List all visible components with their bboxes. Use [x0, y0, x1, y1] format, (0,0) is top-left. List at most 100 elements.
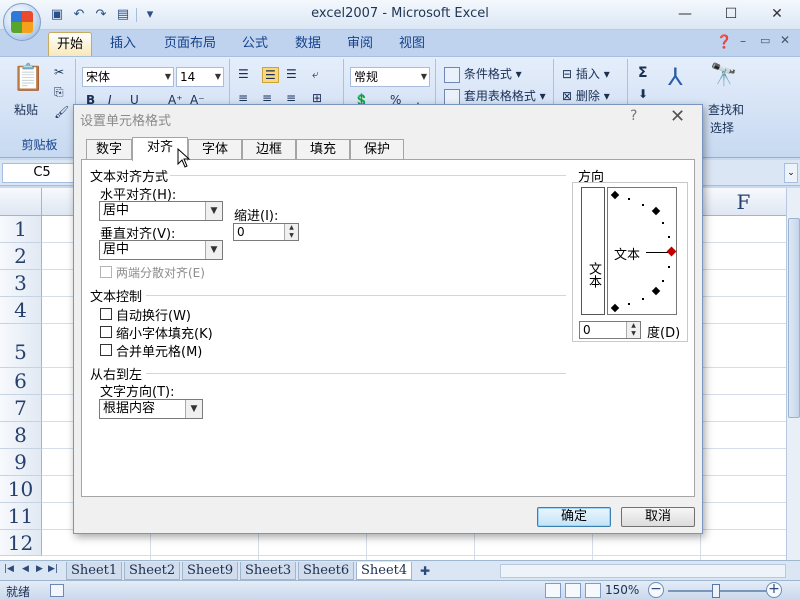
- zoom-slider-thumb[interactable]: [712, 584, 720, 598]
- ribbon-restore-icon[interactable]: ▭: [760, 34, 770, 47]
- ribbon-tab-page-layout[interactable]: 页面布局: [156, 32, 224, 56]
- find-select-label-line1[interactable]: 查找和: [708, 101, 744, 118]
- tab-border[interactable]: 边框: [242, 139, 296, 160]
- vertical-text-toggle[interactable]: 文本: [581, 187, 605, 315]
- stepper-arrows-icon[interactable]: ▲ ▼: [626, 322, 640, 338]
- next-sheet-icon[interactable]: ▶: [36, 564, 43, 574]
- sheet-tab[interactable]: Sheet9: [182, 562, 239, 580]
- zoom-in-icon[interactable]: +: [766, 582, 782, 598]
- dialog-help-icon[interactable]: ?: [630, 108, 637, 124]
- format-as-table-button[interactable]: 套用表格格式 ▾: [444, 87, 546, 105]
- horizontal-scrollbar[interactable]: [500, 564, 786, 578]
- ribbon-tab-formulas[interactable]: 公式: [234, 32, 276, 56]
- row-header[interactable]: 11: [0, 503, 42, 530]
- sheet-tab[interactable]: Sheet2: [124, 562, 181, 580]
- align-right-icon[interactable]: ≡: [286, 91, 296, 105]
- ribbon-minimize-icon[interactable]: –: [740, 34, 746, 48]
- expand-formula-bar-icon[interactable]: ⌄: [784, 163, 798, 183]
- minimize-button[interactable]: —: [662, 0, 708, 28]
- cancel-button[interactable]: 取消: [621, 507, 695, 527]
- ribbon-tab-insert[interactable]: 插入: [102, 32, 144, 56]
- tab-font[interactable]: 字体: [188, 139, 242, 160]
- row-header[interactable]: 5: [0, 324, 42, 368]
- autosum-button[interactable]: Σ: [638, 65, 648, 81]
- find-select-label-line2[interactable]: 选择: [710, 119, 734, 136]
- page-break-view-icon[interactable]: [585, 583, 601, 598]
- delete-cells-button[interactable]: ⊠ 删除 ▾: [562, 87, 610, 104]
- help-icon[interactable]: ❓: [716, 35, 732, 50]
- stepper-arrows-icon[interactable]: ▲ ▼: [284, 224, 298, 240]
- format-painter-icon[interactable]: 🖌: [54, 105, 69, 119]
- ribbon-close-icon[interactable]: ✕: [780, 33, 790, 47]
- number-format-combo[interactable]: 常规 ▼: [350, 67, 430, 87]
- tab-protection[interactable]: 保护: [350, 139, 404, 160]
- degrees-stepper[interactable]: 0 ▲ ▼: [579, 321, 641, 339]
- sheet-tab-active[interactable]: Sheet4: [356, 562, 413, 580]
- align-top-icon[interactable]: ☰: [238, 67, 249, 81]
- find-select-icon[interactable]: 🔭: [710, 63, 737, 88]
- align-middle-icon[interactable]: ☰: [262, 67, 279, 83]
- font-size-combo[interactable]: 14 ▼: [176, 67, 224, 87]
- ribbon-tab-data[interactable]: 数据: [287, 32, 329, 56]
- tab-number[interactable]: 数字: [86, 139, 132, 160]
- maximize-button[interactable]: ☐: [708, 0, 754, 28]
- copy-icon[interactable]: ⎘: [54, 85, 64, 100]
- first-sheet-icon[interactable]: |◀: [4, 564, 14, 574]
- fill-icon[interactable]: ⬇: [638, 87, 648, 101]
- select-all-corner[interactable]: [0, 188, 42, 216]
- close-window-button[interactable]: ✕: [754, 0, 800, 28]
- merge-center-icon[interactable]: ⊞: [312, 91, 322, 105]
- horizontal-align-select[interactable]: 居中 ▼: [99, 201, 223, 221]
- vertical-align-select[interactable]: 居中 ▼: [99, 240, 223, 260]
- page-layout-view-icon[interactable]: [565, 583, 581, 598]
- row-header[interactable]: 10: [0, 476, 42, 503]
- dialog-close-icon[interactable]: ✕: [670, 106, 685, 127]
- row-header[interactable]: 2: [0, 243, 42, 270]
- conditional-format-button[interactable]: 条件格式 ▾: [444, 65, 522, 83]
- sheet-tab[interactable]: Sheet3: [240, 562, 297, 580]
- row-header[interactable]: 3: [0, 270, 42, 297]
- office-button[interactable]: [3, 3, 41, 41]
- justify-distributed-checkbox[interactable]: [100, 266, 112, 278]
- zoom-level[interactable]: 150%: [605, 583, 639, 597]
- font-name-combo[interactable]: 宋体 ▼: [82, 67, 174, 87]
- prev-sheet-icon[interactable]: ◀: [22, 564, 29, 574]
- column-header-f[interactable]: F: [700, 188, 786, 216]
- ribbon-tab-home[interactable]: 开始: [48, 32, 93, 56]
- paste-icon[interactable]: 📋: [12, 63, 44, 93]
- dial-handle[interactable]: [666, 246, 677, 257]
- shrink-to-fit-checkbox[interactable]: [100, 326, 112, 338]
- ok-button[interactable]: 确定: [537, 507, 611, 527]
- row-header[interactable]: 8: [0, 422, 42, 449]
- wrap-text-checkbox[interactable]: [100, 308, 112, 320]
- row-header[interactable]: 6: [0, 368, 42, 395]
- row-header[interactable]: 7: [0, 395, 42, 422]
- insert-sheet-icon[interactable]: ✚: [420, 564, 430, 578]
- last-sheet-icon[interactable]: ▶|: [48, 564, 58, 574]
- align-bottom-icon[interactable]: ☰: [286, 67, 297, 81]
- ribbon-tab-view[interactable]: 视图: [391, 32, 433, 56]
- vertical-scrollbar[interactable]: [786, 188, 800, 560]
- zoom-out-icon[interactable]: −: [648, 582, 664, 598]
- text-direction-select[interactable]: 根据内容 ▼: [99, 399, 203, 419]
- macro-record-icon[interactable]: [50, 584, 64, 597]
- align-left-icon[interactable]: ≡: [238, 91, 248, 105]
- vertical-scroll-thumb[interactable]: [788, 218, 800, 418]
- tab-fill[interactable]: 填充: [296, 139, 350, 160]
- row-header[interactable]: 1: [0, 216, 42, 243]
- align-center-icon[interactable]: ≡: [262, 91, 272, 105]
- sort-filter-icon[interactable]: ⅄: [668, 63, 683, 91]
- wrap-text-icon[interactable]: ⤶: [312, 67, 319, 82]
- row-header[interactable]: 9: [0, 449, 42, 476]
- row-header[interactable]: 12: [0, 530, 42, 556]
- name-box[interactable]: C5: [2, 163, 82, 183]
- normal-view-icon[interactable]: [545, 583, 561, 598]
- cut-icon[interactable]: ✂: [54, 65, 64, 79]
- paste-button[interactable]: 粘贴: [14, 101, 38, 118]
- ribbon-tab-review[interactable]: 审阅: [339, 32, 381, 56]
- row-header[interactable]: 4: [0, 297, 42, 324]
- sheet-tab[interactable]: Sheet6: [298, 562, 355, 580]
- sheet-tab[interactable]: Sheet1: [66, 562, 123, 580]
- merge-cells-checkbox[interactable]: [100, 344, 112, 356]
- orientation-dial[interactable]: 文本: [607, 187, 677, 315]
